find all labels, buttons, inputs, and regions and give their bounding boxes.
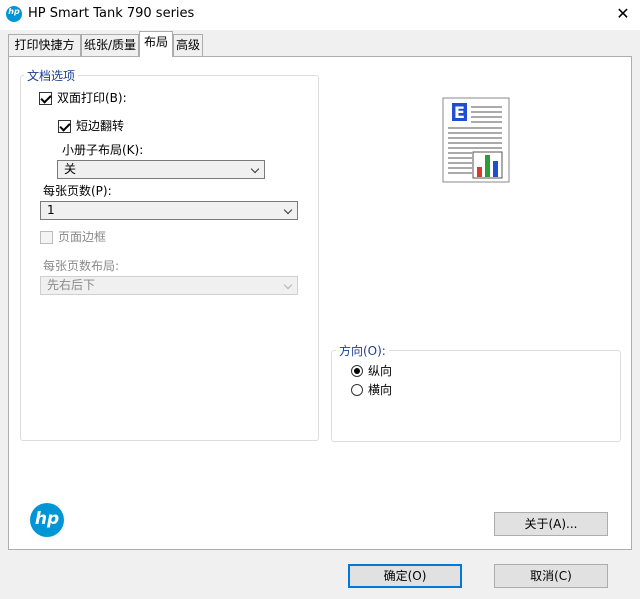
chevron-down-icon	[283, 280, 293, 290]
chevron-down-icon	[283, 205, 293, 215]
duplex-checkbox[interactable]	[39, 92, 52, 105]
landscape-label: 横向	[368, 383, 393, 397]
preview-letter: E	[454, 103, 465, 122]
cancel-button[interactable]: 取消(C)	[494, 564, 608, 588]
page-order-select: 先右后下	[40, 276, 298, 295]
page-borders-checkbox	[40, 231, 53, 244]
portrait-radio[interactable]	[351, 365, 363, 377]
booklet-layout-value: 关	[64, 162, 77, 176]
portrait-label: 纵向	[368, 364, 393, 378]
ok-button[interactable]: 确定(O)	[348, 564, 462, 588]
orientation-legend: 方向(O):	[336, 342, 389, 359]
tab-advanced[interactable]: 高级	[173, 34, 203, 56]
chevron-down-icon	[250, 164, 260, 174]
page-order-value: 先右后下	[47, 278, 96, 292]
hp-logo-text: hp	[34, 509, 60, 529]
hp-logo: hp	[30, 503, 64, 537]
page-borders-label: 页面边框	[58, 230, 107, 244]
document-options-legend: 文档选项	[24, 67, 79, 84]
tab-shortcuts[interactable]: 打印快捷方式	[8, 34, 81, 72]
document-preview-icon: E	[442, 97, 510, 183]
pages-per-sheet-select[interactable]: 1	[40, 201, 298, 220]
page-order-label: 每张页数布局:	[43, 259, 120, 273]
landscape-radio[interactable]	[351, 384, 363, 396]
title-bar: hp HP Smart Tank 790 series ✕	[0, 0, 640, 30]
flip-short-edge-label: 短边翻转	[76, 119, 125, 133]
pages-per-sheet-value: 1	[47, 203, 55, 217]
duplex-label: 双面打印(B):	[57, 91, 127, 105]
flip-short-edge-checkbox[interactable]	[58, 120, 71, 133]
booklet-layout-label: 小册子布局(K):	[62, 143, 144, 157]
tab-layout[interactable]: 布局	[139, 31, 173, 57]
hp-app-icon: hp	[6, 6, 22, 22]
booklet-layout-select[interactable]: 关	[57, 160, 265, 179]
pages-per-sheet-label: 每张页数(P):	[43, 184, 112, 198]
tab-paper-quality[interactable]: 纸张/质量	[81, 34, 139, 56]
about-button[interactable]: 关于(A)...	[494, 512, 608, 536]
close-icon[interactable]: ✕	[612, 3, 634, 25]
window-title: HP Smart Tank 790 series	[28, 6, 195, 21]
hp-app-icon-text: hp	[8, 7, 20, 16]
